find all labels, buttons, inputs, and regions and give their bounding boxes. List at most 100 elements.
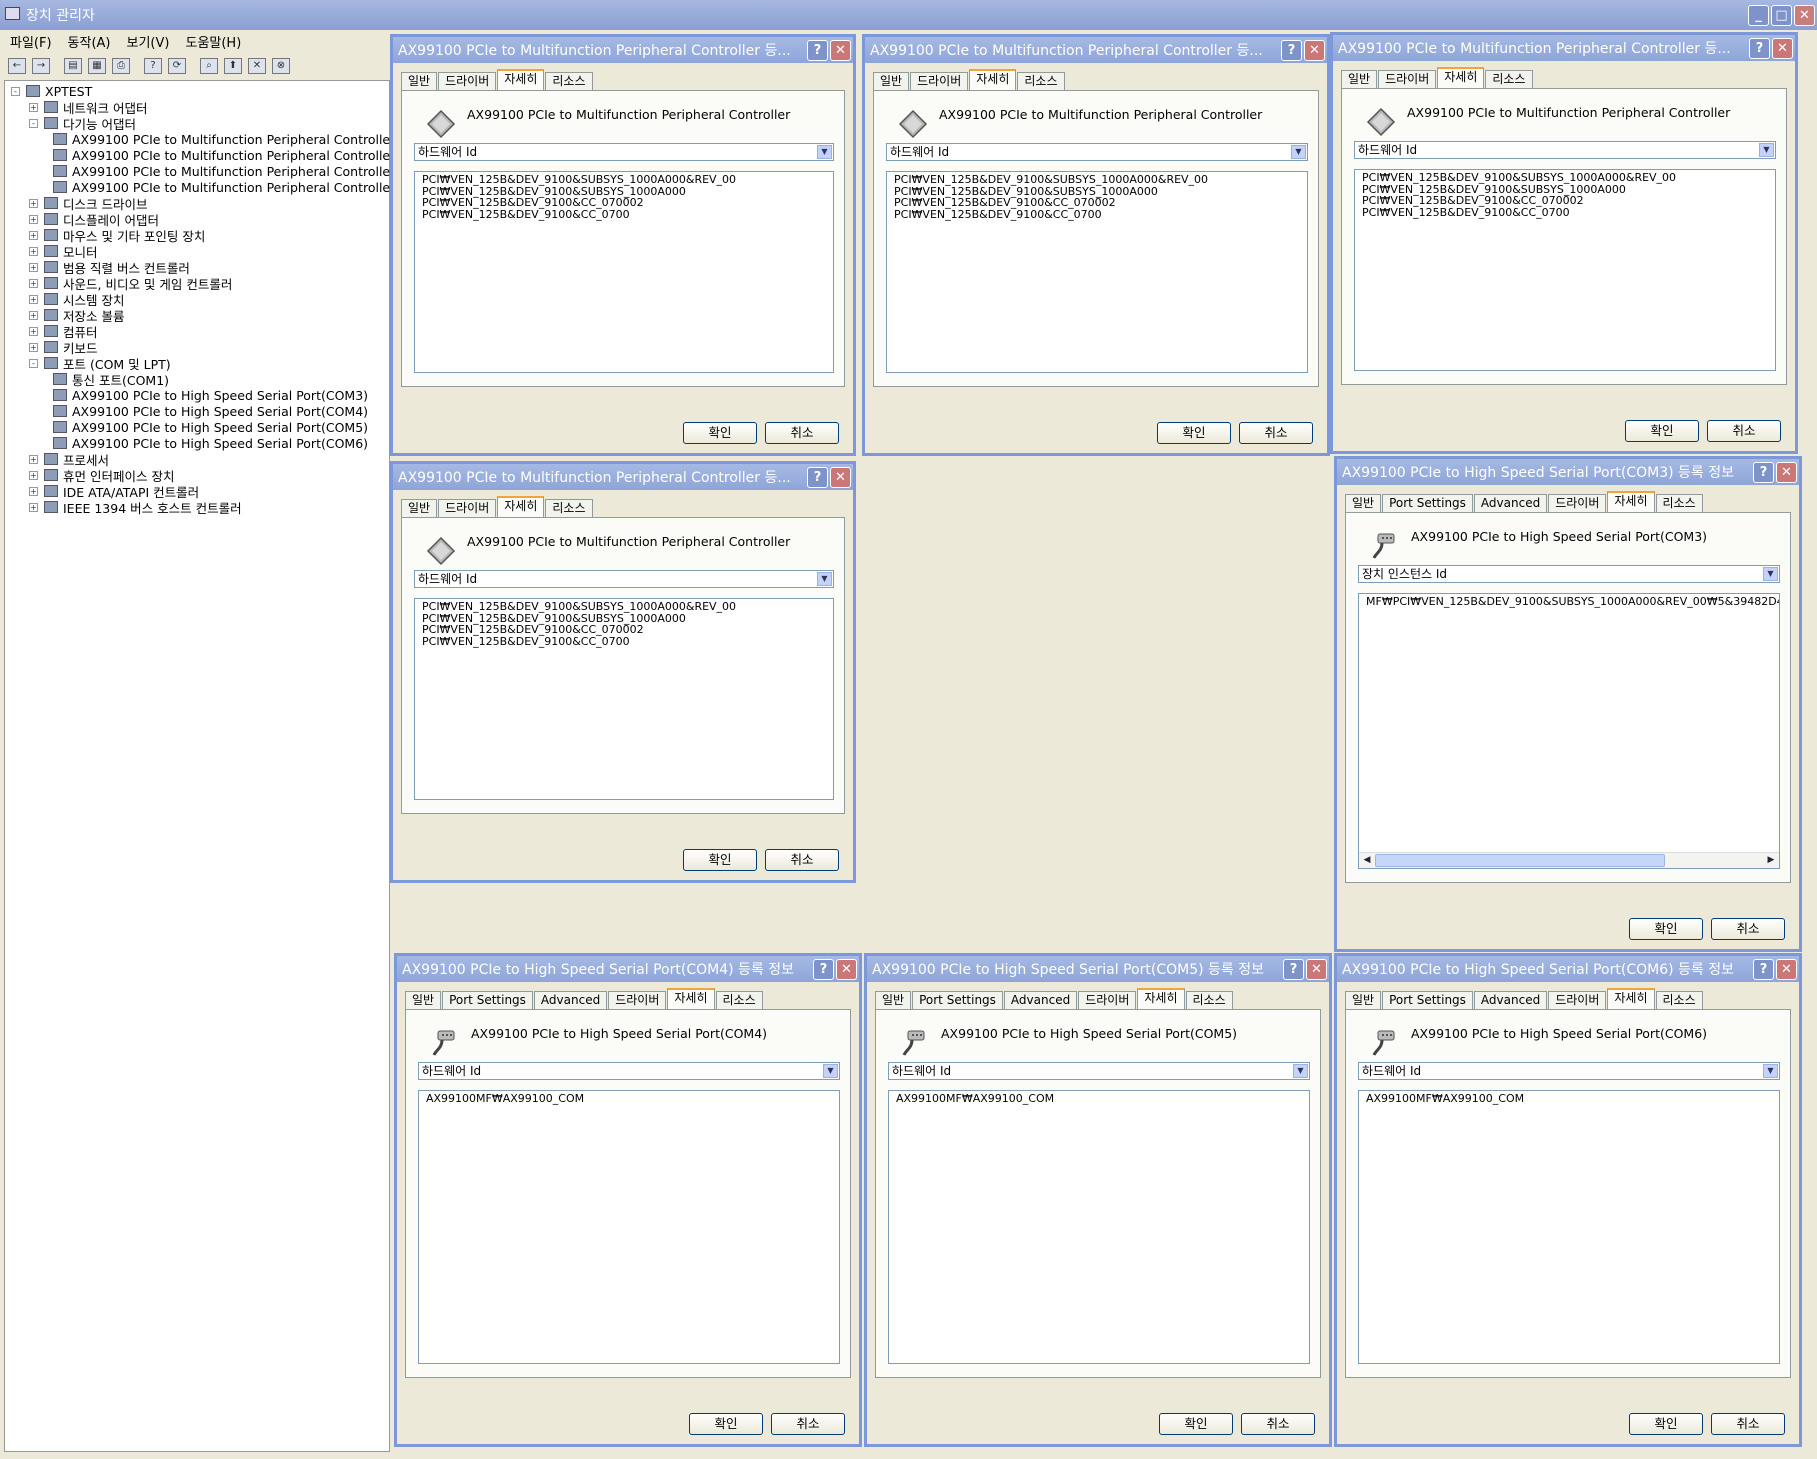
tree-node[interactable]: AX99100 PCIe to Multifunction Peripheral… xyxy=(47,147,395,163)
tab[interactable]: 드라이버 xyxy=(1548,494,1607,512)
property-dropdown[interactable]: 장치 인스턴스 Id ▼ xyxy=(1358,565,1780,583)
tab[interactable]: 드라이버 xyxy=(608,991,667,1009)
dialog-close-button[interactable]: ✕ xyxy=(1776,461,1797,483)
chevron-down-icon[interactable]: ▼ xyxy=(1293,1064,1308,1078)
tab[interactable]: 일반 xyxy=(1341,70,1378,88)
help-button[interactable]: ? xyxy=(807,466,828,488)
property-value-list[interactable]: MF₩PCI₩VEN_125B&DEV_9100&SUBSYS_1000A000… xyxy=(1358,593,1780,869)
property-value[interactable]: AX99100MF₩AX99100_COM xyxy=(426,1093,832,1105)
help-button[interactable]: ? xyxy=(813,958,834,980)
properties-dialog[interactable]: AX99100 PCIe to Multifunction Peripheral… xyxy=(1330,32,1798,454)
expand-icon[interactable]: + xyxy=(29,342,38,352)
tree-node[interactable]: + IEEE 1394 버스 호스트 컨트롤러 xyxy=(29,499,242,516)
tab[interactable]: Port Settings xyxy=(1382,494,1473,512)
expand-icon[interactable]: + xyxy=(29,278,38,288)
collapse-icon[interactable]: - xyxy=(11,86,20,96)
expand-icon[interactable]: + xyxy=(29,102,38,112)
property-dropdown[interactable]: 하드웨어 Id ▼ xyxy=(414,570,834,588)
scan-icon[interactable]: ⌕ xyxy=(200,58,218,74)
cancel-button[interactable]: 취소 xyxy=(765,849,839,871)
expand-icon[interactable]: + xyxy=(29,246,38,256)
expand-icon[interactable]: + xyxy=(29,470,38,480)
property-dropdown[interactable]: 하드웨어 Id ▼ xyxy=(888,1062,1310,1080)
tab[interactable]: 리소스 xyxy=(545,72,593,90)
chevron-down-icon[interactable]: ▼ xyxy=(1291,145,1306,159)
tab[interactable]: Advanced xyxy=(1003,991,1078,1009)
dialog-close-button[interactable]: ✕ xyxy=(1772,37,1793,59)
properties-dialog[interactable]: AX99100 PCIe to Multifunction Peripheral… xyxy=(390,34,856,456)
dialog-titlebar[interactable]: AX99100 PCIe to High Speed Serial Port(C… xyxy=(397,956,859,982)
cancel-button[interactable]: 취소 xyxy=(1239,422,1313,444)
property-value-list[interactable]: AX99100MF₩AX99100_COM xyxy=(418,1090,840,1364)
ok-button[interactable]: 확인 xyxy=(1625,420,1699,442)
tree-node[interactable]: - 다기능 어댑터 xyxy=(29,115,136,132)
help-button[interactable]: ? xyxy=(1281,39,1302,61)
ok-button[interactable]: 확인 xyxy=(1629,918,1703,940)
property-value[interactable]: PCI₩VEN_125B&DEV_9100&SUBSYS_1000A000&RE… xyxy=(422,601,826,613)
property-value[interactable]: PCI₩VEN_125B&DEV_9100&CC_070002 xyxy=(894,197,1300,209)
scroll-thumb[interactable] xyxy=(1375,854,1665,867)
properties-dialog[interactable]: AX99100 PCIe to High Speed Serial Port(C… xyxy=(864,953,1332,1447)
tab[interactable]: 일반 xyxy=(1345,991,1382,1009)
tab[interactable]: 자세히 xyxy=(1137,988,1185,1009)
tab[interactable]: 드라이버 xyxy=(1078,991,1137,1009)
dialog-titlebar[interactable]: AX99100 PCIe to Multifunction Peripheral… xyxy=(1333,35,1795,61)
tab[interactable]: 리소스 xyxy=(1485,70,1533,88)
property-value[interactable]: PCI₩VEN_125B&DEV_9100&SUBSYS_1000A000&RE… xyxy=(1362,172,1768,184)
property-value-list[interactable]: PCI₩VEN_125B&DEV_9100&SUBSYS_1000A000&RE… xyxy=(414,598,834,800)
tab[interactable]: 자세히 xyxy=(667,988,715,1009)
tree-node[interactable]: 통신 포트(COM1) xyxy=(47,371,169,388)
cancel-button[interactable]: 취소 xyxy=(765,422,839,444)
ok-button[interactable]: 확인 xyxy=(1629,1413,1703,1435)
uninstall-icon[interactable]: ⊗ xyxy=(272,58,290,74)
help-button[interactable]: ? xyxy=(1283,958,1304,980)
property-value-list[interactable]: PCI₩VEN_125B&DEV_9100&SUBSYS_1000A000&RE… xyxy=(1354,169,1776,371)
update-driver-icon[interactable]: ⬆ xyxy=(224,58,242,74)
property-value[interactable]: PCI₩VEN_125B&DEV_9100&CC_070002 xyxy=(422,624,826,636)
chevron-down-icon[interactable]: ▼ xyxy=(817,145,832,159)
properties-dialog[interactable]: AX99100 PCIe to Multifunction Peripheral… xyxy=(862,34,1330,456)
cancel-button[interactable]: 취소 xyxy=(771,1413,845,1435)
back-icon[interactable]: ← xyxy=(8,58,26,74)
cancel-button[interactable]: 취소 xyxy=(1711,918,1785,940)
cancel-button[interactable]: 취소 xyxy=(1241,1413,1315,1435)
chevron-down-icon[interactable]: ▼ xyxy=(817,572,832,586)
expand-icon[interactable]: + xyxy=(29,502,38,512)
properties-dialog[interactable]: AX99100 PCIe to High Speed Serial Port(C… xyxy=(394,953,862,1447)
tab[interactable]: 드라이버 xyxy=(438,72,497,90)
tab[interactable]: Advanced xyxy=(1473,494,1548,512)
tab[interactable]: 일반 xyxy=(401,499,438,517)
property-value-list[interactable]: AX99100MF₩AX99100_COM xyxy=(1358,1090,1780,1364)
tab[interactable]: Port Settings xyxy=(442,991,533,1009)
tab[interactable]: 일반 xyxy=(1345,494,1382,512)
scroll-right-icon[interactable]: ▶ xyxy=(1764,854,1778,867)
dialog-titlebar[interactable]: AX99100 PCIe to Multifunction Peripheral… xyxy=(865,37,1327,63)
scroll-left-icon[interactable]: ◀ xyxy=(1360,854,1374,867)
property-value-list[interactable]: AX99100MF₩AX99100_COM xyxy=(888,1090,1310,1364)
expand-icon[interactable]: + xyxy=(29,294,38,304)
tab[interactable]: 자세히 xyxy=(1437,67,1485,88)
properties-dialog[interactable]: AX99100 PCIe to High Speed Serial Port(C… xyxy=(1334,456,1802,952)
chevron-down-icon[interactable]: ▼ xyxy=(1763,1064,1778,1078)
expand-icon[interactable]: + xyxy=(29,198,38,208)
property-value[interactable]: PCI₩VEN_125B&DEV_9100&CC_0700 xyxy=(1362,206,1768,219)
ok-button[interactable]: 확인 xyxy=(1157,422,1231,444)
dialog-close-button[interactable]: ✕ xyxy=(1306,958,1327,980)
tab[interactable]: 리소스 xyxy=(1655,494,1703,512)
forward-icon[interactable]: → xyxy=(32,58,50,74)
tab[interactable]: 일반 xyxy=(873,72,910,90)
property-value-list[interactable]: PCI₩VEN_125B&DEV_9100&SUBSYS_1000A000&RE… xyxy=(414,171,834,373)
property-value[interactable]: PCI₩VEN_125B&DEV_9100&CC_0700 xyxy=(422,635,826,648)
expand-icon[interactable]: + xyxy=(29,214,38,224)
tab[interactable]: 드라이버 xyxy=(438,499,497,517)
tree-node[interactable]: AX99100 PCIe to High Speed Serial Port(C… xyxy=(47,387,368,403)
tab[interactable]: 리소스 xyxy=(715,991,763,1009)
property-dropdown[interactable]: 하드웨어 Id ▼ xyxy=(886,143,1308,161)
menu-action[interactable]: 동작(A) xyxy=(68,32,111,51)
tab[interactable]: 리소스 xyxy=(1017,72,1065,90)
dialog-titlebar[interactable]: AX99100 PCIe to High Speed Serial Port(C… xyxy=(867,956,1329,982)
tab[interactable]: Advanced xyxy=(533,991,608,1009)
property-value[interactable]: MF₩PCI₩VEN_125B&DEV_9100&SUBSYS_1000A000… xyxy=(1366,596,1779,608)
property-value[interactable]: PCI₩VEN_125B&DEV_9100&CC_070002 xyxy=(1362,195,1768,207)
collapse-icon[interactable]: - xyxy=(29,358,38,368)
